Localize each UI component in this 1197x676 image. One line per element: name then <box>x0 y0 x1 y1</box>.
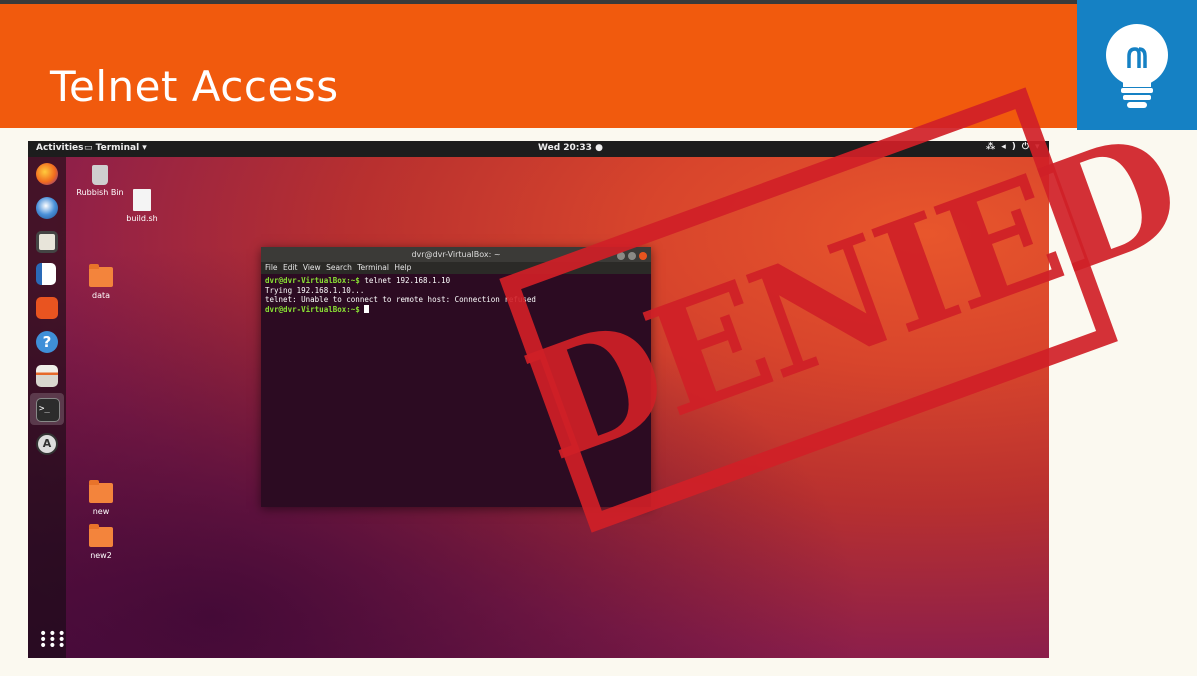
menu-terminal[interactable]: Terminal <box>357 263 389 272</box>
header-topline <box>0 0 1197 4</box>
desktop-folder-new2[interactable]: new2 <box>71 524 131 560</box>
writer-icon[interactable] <box>36 263 56 285</box>
script-file-icon <box>133 189 151 211</box>
folder-new2-label: new2 <box>90 551 112 560</box>
software-icon[interactable] <box>36 297 58 319</box>
menu-help[interactable]: Help <box>394 263 411 272</box>
terminal-small-icon: ▭ <box>84 143 96 153</box>
slide-title: Telnet Access <box>50 62 339 111</box>
shell-prompt: dvr@dvr-VirtualBox:~$ <box>265 276 360 285</box>
rhythmbox-icon[interactable] <box>36 231 58 253</box>
firefox-icon[interactable] <box>36 163 58 185</box>
thunderbird-icon[interactable] <box>36 197 58 219</box>
updater-icon[interactable]: A <box>36 433 58 455</box>
folder-icon <box>89 480 113 503</box>
app-menu-terminal[interactable]: ▭ Terminal ▾ <box>84 143 147 153</box>
apps-grid-icon[interactable]: ••• ••• ••• <box>39 627 67 653</box>
menu-edit[interactable]: Edit <box>283 263 298 272</box>
activities-button[interactable]: Activities <box>36 143 84 153</box>
typed-command: telnet 192.168.1.10 <box>359 276 451 285</box>
menu-search[interactable]: Search <box>326 263 352 272</box>
help-icon[interactable]: ? <box>36 331 58 353</box>
folder-new-label: new <box>92 507 110 516</box>
dock: ? >_ A ••• ••• ••• <box>28 157 66 658</box>
terminal-icon[interactable]: >_ <box>36 398 60 422</box>
clock[interactable]: Wed 20:33 ● <box>538 143 603 153</box>
lightbulb-icon <box>1106 24 1168 108</box>
build-file-label: build.sh <box>126 214 158 223</box>
trash-icon <box>92 165 108 185</box>
app-menu-label: Terminal ▾ <box>95 143 147 153</box>
menu-file[interactable]: File <box>265 263 278 272</box>
desktop-folder-new[interactable]: new <box>71 480 131 516</box>
desktop-folder-data[interactable]: data <box>71 264 131 300</box>
desktop-build-file[interactable]: build.sh <box>112 189 172 223</box>
folder-icon <box>89 524 113 547</box>
menu-view[interactable]: View <box>303 263 321 272</box>
folder-data-label: data <box>91 291 111 300</box>
shell-prompt: dvr@dvr-VirtualBox:~$ <box>265 304 360 314</box>
folder-icon <box>89 264 113 287</box>
text-cursor <box>364 304 370 313</box>
files-icon[interactable] <box>36 365 58 387</box>
